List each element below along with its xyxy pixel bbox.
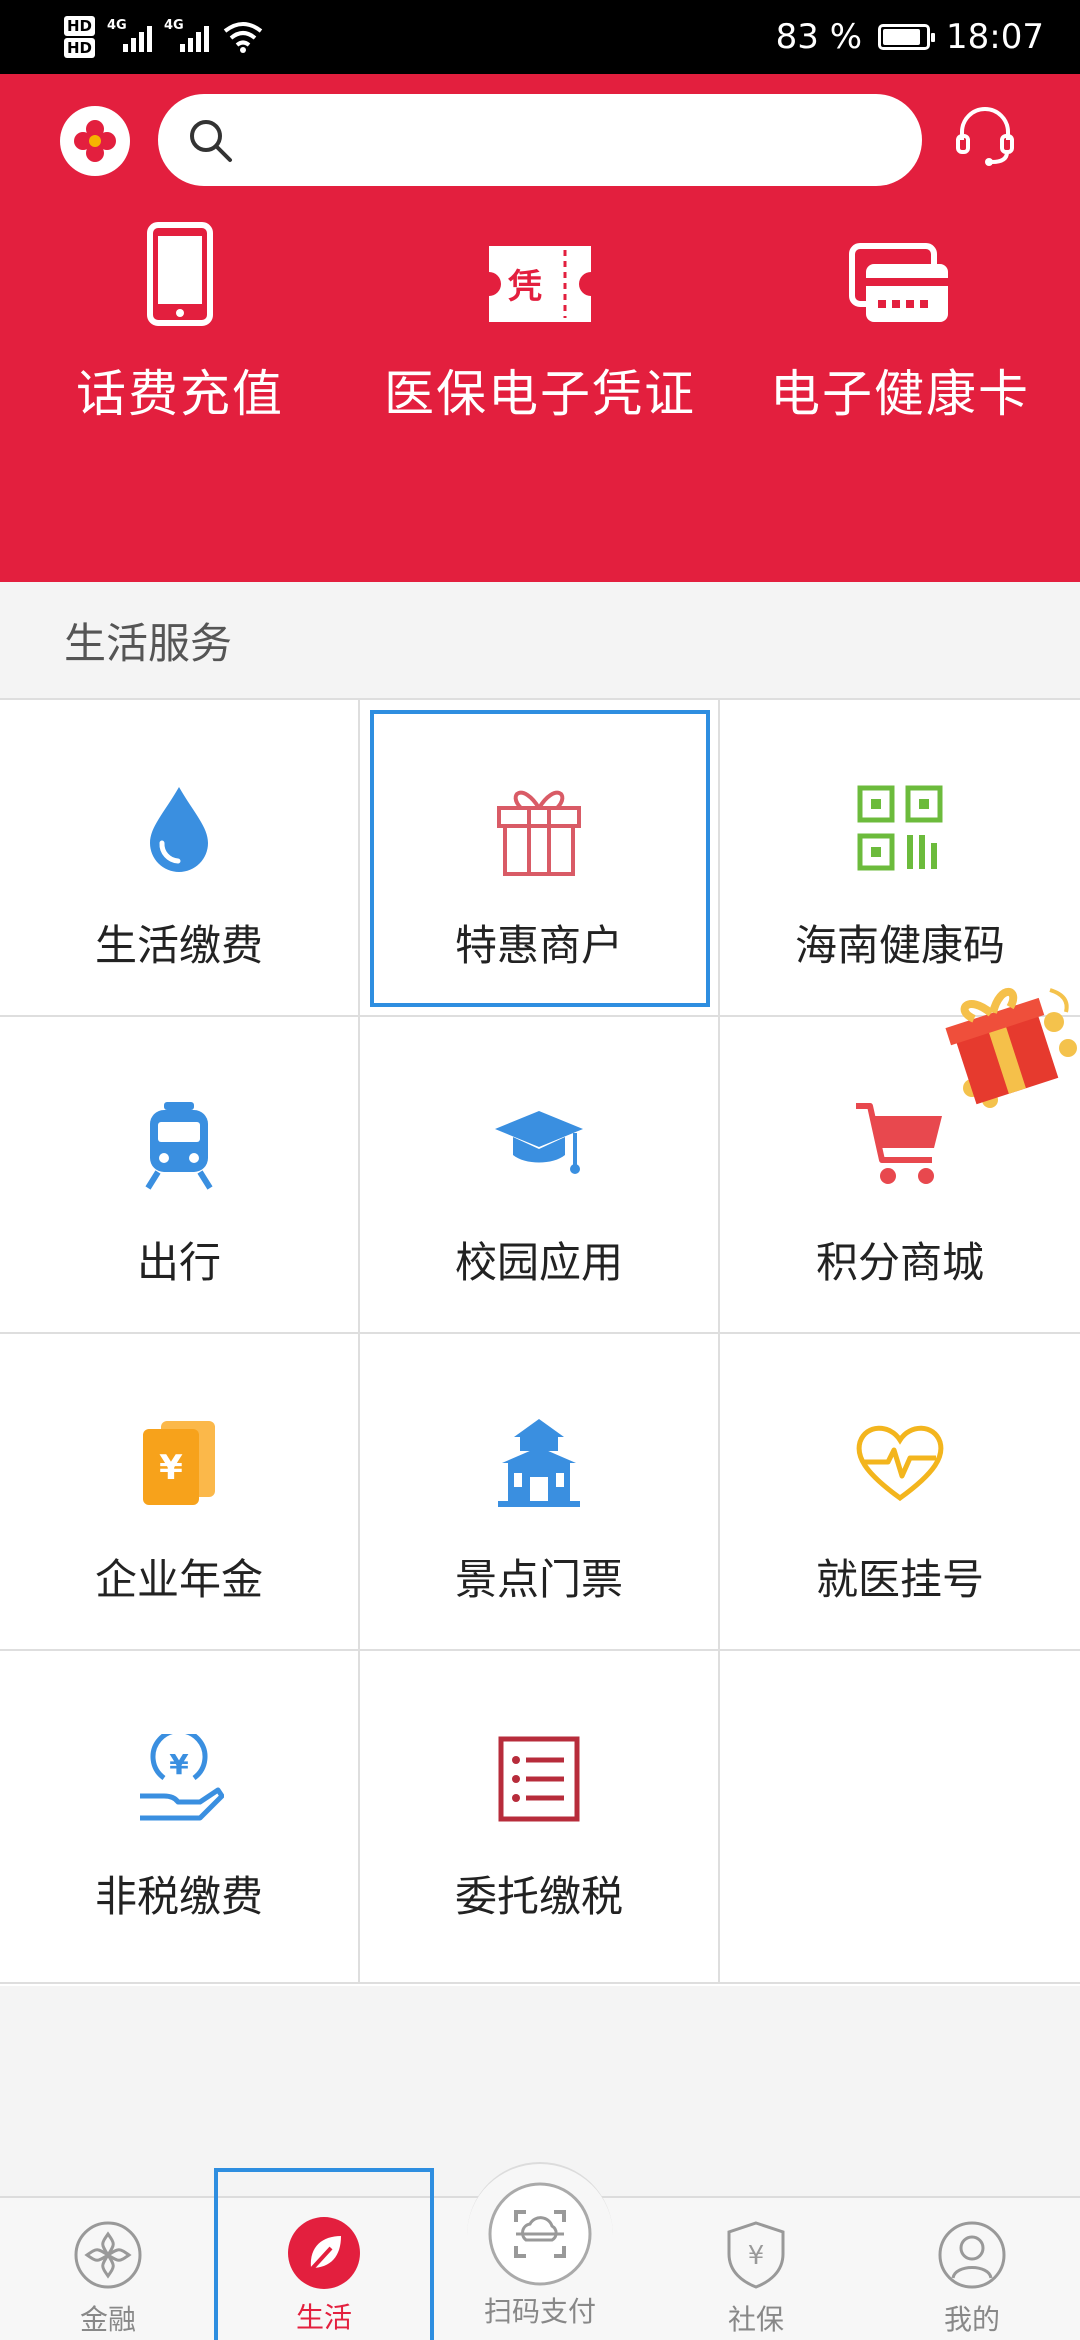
hd-indicator: HD HD <box>64 15 96 59</box>
service-label: 特惠商户 <box>454 921 623 970</box>
heartbeat-icon <box>856 1425 944 1502</box>
service-non-tax-payment[interactable]: ¥ 非税缴费 <box>0 1651 360 1984</box>
svg-text:¥: ¥ <box>748 2241 765 2271</box>
svg-text:凭: 凭 <box>507 267 542 307</box>
voucher-icon: 凭 <box>489 246 591 322</box>
nav-label: 金融 <box>79 2303 136 2336</box>
service-grid: 生活缴费 特惠商户 海南健康码 出行 校园应用 积分商城 ¥ 企业年金 景点门票… <box>0 700 1080 1986</box>
service-label: 就医挂号 <box>815 1555 984 1604</box>
service-label: 生活缴费 <box>94 921 263 970</box>
person-icon <box>938 2221 1006 2289</box>
service-label: 校园应用 <box>454 1238 623 1287</box>
service-campus-apps[interactable]: 校园应用 <box>360 1017 720 1334</box>
service-enterprise-annuity[interactable]: ¥ 企业年金 <box>0 1334 360 1651</box>
service-label: 非税缴费 <box>94 1872 263 1921</box>
service-travel[interactable]: 出行 <box>0 1017 360 1334</box>
phone-icon <box>147 222 213 326</box>
gift-icon <box>497 790 581 876</box>
search-icon <box>190 120 232 162</box>
coin-hand-icon: ¥ <box>140 1734 224 1821</box>
nav-label: 社保 <box>727 2303 784 2336</box>
finance-icon <box>74 2221 142 2289</box>
service-label: 积分商城 <box>815 1238 984 1287</box>
nav-label: 生活 <box>295 2301 352 2334</box>
svg-text:¥: ¥ <box>169 1748 189 1781</box>
shield-yuan-icon: ¥ <box>727 2221 785 2289</box>
water-drop-icon <box>150 787 208 872</box>
header: 话费充值 凭 医保电子凭证 电子健康卡 <box>0 74 1080 582</box>
battery-icon <box>878 24 936 50</box>
nav-label: 扫码支付 <box>483 2295 596 2328</box>
search-bar[interactable] <box>158 94 922 186</box>
svg-text:¥: ¥ <box>159 1448 183 1488</box>
qr-code-icon <box>857 785 943 871</box>
network-type-2: 4G <box>164 18 184 33</box>
list-icon <box>498 1736 580 1822</box>
leaf-icon <box>288 2217 360 2289</box>
bottom-nav: 金融 生活 扫码支付 ¥ 社保 我的 <box>0 2162 1080 2340</box>
quick-actions: 话费充值 凭 医保电子凭证 电子健康卡 <box>0 222 1080 426</box>
service-label: 出行 <box>136 1238 221 1287</box>
quick-action-medical-voucher[interactable]: 凭 医保电子凭证 <box>360 246 720 426</box>
quick-action-label: 医保电子凭证 <box>384 365 696 423</box>
signal-icon: 4G <box>107 18 153 52</box>
nav-life[interactable]: 生活 <box>214 2168 434 2340</box>
section-title: 生活服务 <box>0 582 1080 700</box>
service-discount-merchants[interactable]: 特惠商户 <box>360 700 720 1017</box>
battery-percent: 83 % <box>775 17 863 57</box>
service-medical-registration[interactable]: 就医挂号 <box>720 1334 1080 1651</box>
yuan-card-icon: ¥ <box>143 1421 215 1505</box>
network-type: 4G <box>107 18 127 33</box>
service-label: 海南健康码 <box>794 921 1005 970</box>
nav-label: 我的 <box>943 2303 1000 2336</box>
hd-badge-1: HD <box>64 16 96 36</box>
temple-icon <box>498 1419 580 1507</box>
quick-action-label: 话费充值 <box>76 365 284 423</box>
status-left: HD HD 4G 4G <box>64 15 263 59</box>
service-label: 委托缴税 <box>454 1872 623 1921</box>
nav-scan-pay[interactable]: 扫码支付 <box>432 2182 648 2340</box>
quick-action-label: 电子健康卡 <box>770 365 1030 423</box>
scan-icon <box>488 2182 592 2286</box>
hd-badge-2: HD <box>64 38 96 58</box>
service-scenic-tickets[interactable]: 景点门票 <box>360 1334 720 1651</box>
bank-logo-icon[interactable] <box>60 106 130 176</box>
signal-icon-2: 4G <box>164 18 210 52</box>
service-empty-slot <box>720 1651 1080 1984</box>
floating-gift-icon[interactable] <box>932 976 1080 1116</box>
clock: 18:07 <box>946 17 1044 57</box>
status-bar: HD HD 4G 4G 83 % 18:07 <box>0 0 1080 74</box>
nav-finance[interactable]: 金融 <box>0 2198 216 2340</box>
service-label: 景点门票 <box>454 1555 623 1604</box>
nav-mine[interactable]: 我的 <box>864 2198 1080 2340</box>
graduation-cap-icon <box>495 1111 583 1174</box>
status-right: 83 % 18:07 <box>776 17 1044 57</box>
search-input[interactable] <box>248 121 888 159</box>
customer-service-icon[interactable] <box>952 104 1018 170</box>
quick-action-phone-recharge[interactable]: 话费充值 <box>0 222 360 426</box>
wifi-icon <box>223 22 263 53</box>
service-utility-payment[interactable]: 生活缴费 <box>0 700 360 1017</box>
quick-action-health-card[interactable]: 电子健康卡 <box>720 243 1080 426</box>
train-icon <box>145 1102 213 1190</box>
service-hainan-health-code[interactable]: 海南健康码 <box>720 700 1080 1017</box>
service-entrusted-tax[interactable]: 委托缴税 <box>360 1651 720 1984</box>
nav-social-security[interactable]: ¥ 社保 <box>648 2198 864 2340</box>
health-card-icon <box>849 243 948 322</box>
service-label: 企业年金 <box>94 1555 263 1604</box>
